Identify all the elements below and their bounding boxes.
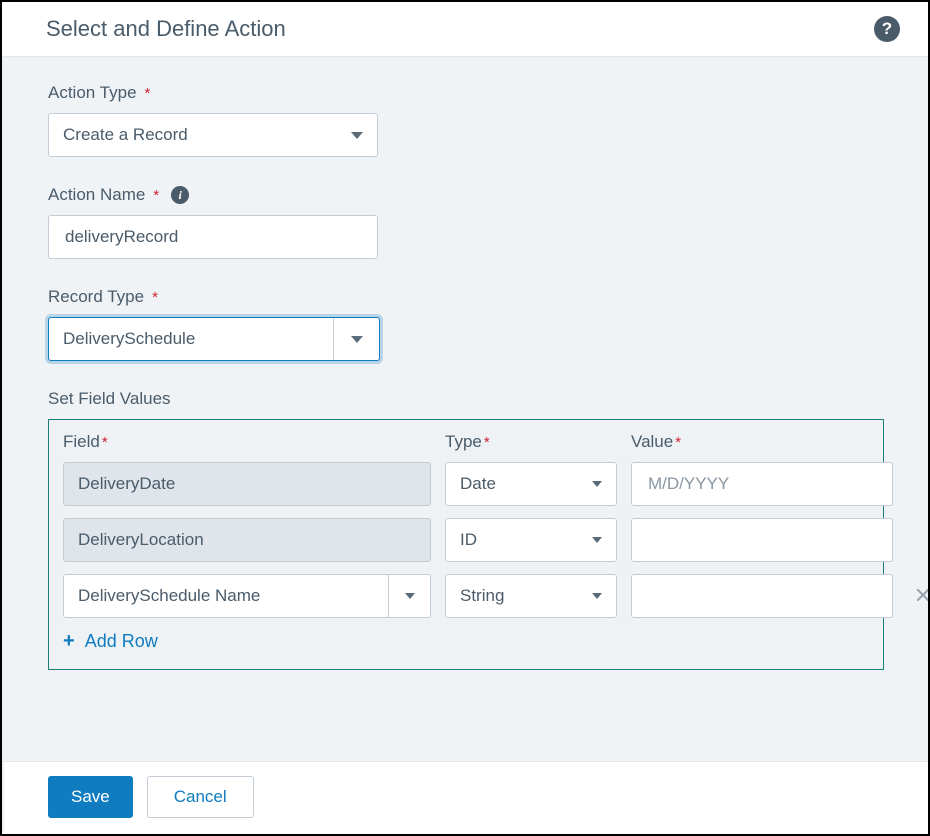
- type-cell-text: ID: [460, 530, 477, 550]
- table-row: DeliverySchedule Name String ✕: [63, 574, 869, 618]
- field-cell-text: DeliveryDate: [78, 474, 175, 494]
- dialog-header: Select and Define Action ?: [2, 2, 928, 56]
- type-cell-text: String: [460, 586, 504, 606]
- dialog-body: Action Type * Create a Record Action Nam…: [2, 56, 928, 832]
- table-header-row: Field* Type* Value*: [63, 432, 869, 452]
- help-icon[interactable]: ?: [874, 16, 900, 42]
- record-type-caret[interactable]: [333, 318, 379, 360]
- col-type: Type*: [445, 432, 617, 452]
- action-type-select[interactable]: Create a Record: [48, 113, 378, 157]
- action-name-label: Action Name * i: [48, 185, 884, 205]
- type-cell-text: Date: [460, 474, 496, 494]
- table-row: DeliveryLocation ID: [63, 518, 869, 562]
- set-field-values-table: Field* Type* Value* DeliveryDate: [48, 419, 884, 670]
- plus-icon: +: [63, 630, 75, 653]
- field-cell-text: DeliveryLocation: [78, 530, 204, 550]
- col-value: Value*: [631, 432, 893, 452]
- add-row-label: Add Row: [85, 631, 158, 652]
- set-field-values-label: Set Field Values: [48, 389, 884, 409]
- chevron-down-icon: [592, 593, 602, 599]
- action-type-label: Action Type *: [48, 83, 884, 103]
- remove-row-button[interactable]: ✕: [907, 574, 930, 618]
- record-type-combobox[interactable]: DeliverySchedule: [48, 317, 380, 361]
- action-type-block: Action Type * Create a Record: [48, 83, 884, 157]
- value-input[interactable]: [646, 529, 878, 551]
- save-button[interactable]: Save: [48, 776, 133, 818]
- value-cell[interactable]: [631, 518, 893, 562]
- value-cell[interactable]: [631, 574, 893, 618]
- action-name-block: Action Name * i: [48, 185, 884, 259]
- type-cell-select[interactable]: ID: [445, 518, 617, 562]
- label-text: Action Name: [48, 185, 145, 205]
- chevron-down-icon: [351, 336, 363, 343]
- chevron-down-icon: [405, 593, 415, 599]
- required-mark: *: [153, 187, 159, 204]
- label-text: Record Type: [48, 287, 144, 307]
- type-cell-select[interactable]: Date: [445, 462, 617, 506]
- record-type-block: Record Type * DeliverySchedule: [48, 287, 884, 361]
- action-name-input[interactable]: [63, 226, 363, 248]
- dialog-window: Select and Define Action ? Action Type *…: [0, 0, 930, 836]
- field-cell: DeliveryLocation: [63, 518, 431, 562]
- value-input[interactable]: [646, 473, 878, 495]
- action-type-value: Create a Record: [63, 125, 188, 145]
- value-input[interactable]: [646, 585, 878, 607]
- col-field: Field*: [63, 432, 431, 452]
- required-mark: *: [152, 289, 158, 306]
- field-cell: DeliveryDate: [63, 462, 431, 506]
- action-name-input-wrap: [48, 215, 378, 259]
- field-cell-select[interactable]: DeliverySchedule Name: [63, 574, 431, 618]
- record-type-value: DeliverySchedule: [49, 318, 333, 360]
- label-text: Action Type: [48, 83, 137, 103]
- add-row-button[interactable]: + Add Row: [63, 630, 869, 653]
- dialog-footer: Save Cancel: [4, 761, 928, 832]
- chevron-down-icon: [592, 537, 602, 543]
- table-row: DeliveryDate Date: [63, 462, 869, 506]
- field-cell-caret[interactable]: [388, 575, 430, 617]
- required-mark: *: [145, 85, 151, 102]
- info-icon[interactable]: i: [171, 186, 189, 204]
- dialog-title: Select and Define Action: [46, 16, 286, 42]
- value-cell[interactable]: [631, 462, 893, 506]
- chevron-down-icon: [351, 132, 363, 139]
- record-type-label: Record Type *: [48, 287, 884, 307]
- field-cell-text: DeliverySchedule Name: [64, 586, 388, 606]
- type-cell-select[interactable]: String: [445, 574, 617, 618]
- cancel-button[interactable]: Cancel: [147, 776, 254, 818]
- chevron-down-icon: [592, 481, 602, 487]
